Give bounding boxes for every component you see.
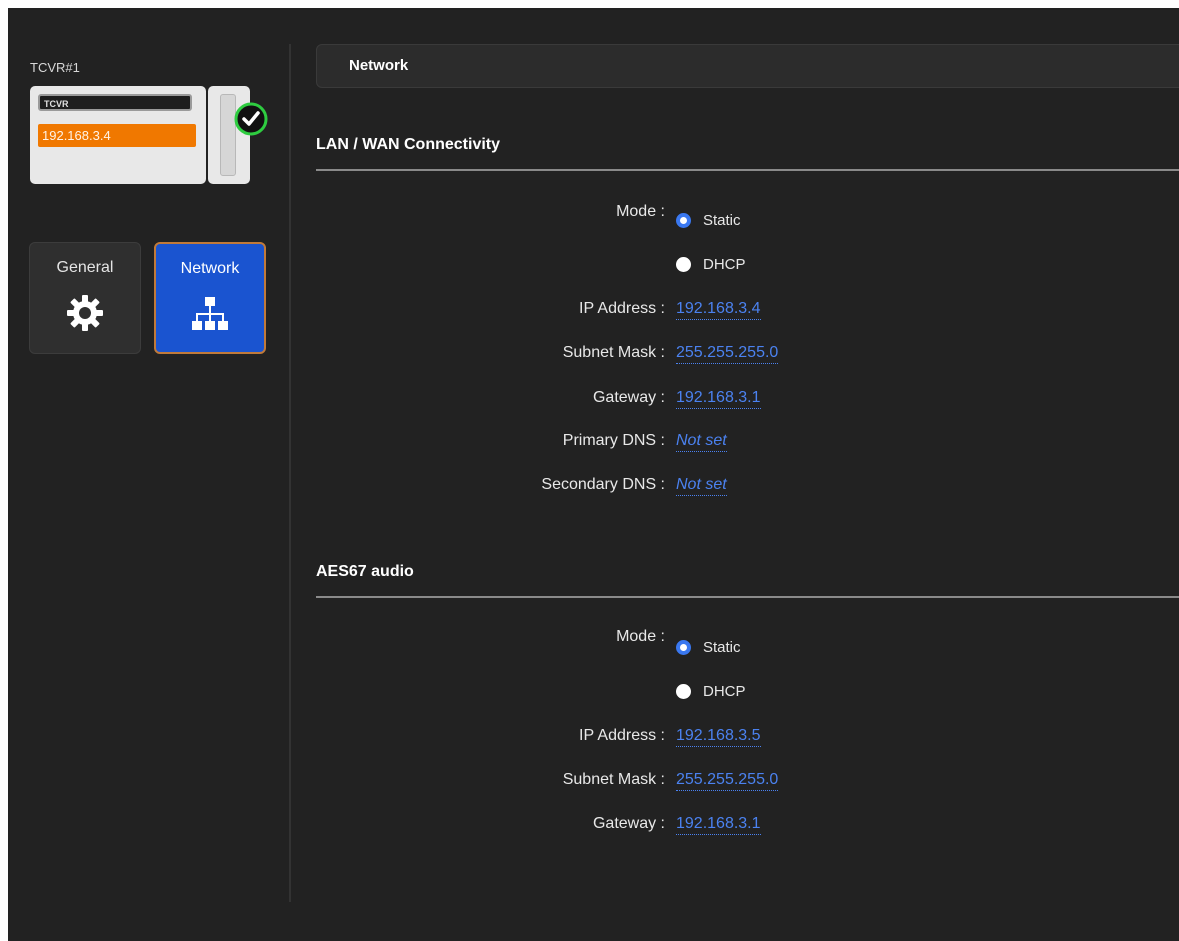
lan-mode-dhcp-radio[interactable] bbox=[676, 257, 691, 272]
aes-subnet-label: Subnet Mask : bbox=[562, 771, 665, 788]
lan-section-rule bbox=[316, 169, 1179, 171]
lan-subnet-value[interactable]: 255.255.255.0 bbox=[676, 344, 779, 364]
aes-mode-dhcp-label: DHCP bbox=[703, 683, 746, 700]
aes-gateway-label: Gateway : bbox=[592, 815, 665, 832]
lan-mode-static-radio[interactable] bbox=[676, 213, 691, 228]
lan-mode-label: Mode : bbox=[616, 203, 665, 220]
lan-mode-dhcp-label: DHCP bbox=[703, 256, 746, 273]
lan-dns1-value[interactable]: Not set bbox=[676, 432, 727, 452]
aes-mode-static-radio[interactable] bbox=[676, 640, 691, 655]
lan-mode-static-option[interactable]: Static bbox=[676, 212, 741, 229]
aes-gateway-value[interactable]: 192.168.3.1 bbox=[676, 815, 761, 835]
nav-general-label: General bbox=[56, 259, 114, 276]
network-icon bbox=[192, 297, 228, 330]
lan-ip-value[interactable]: 192.168.3.4 bbox=[676, 300, 761, 320]
aes-ip-value[interactable]: 192.168.3.5 bbox=[676, 727, 761, 747]
aes-mode-static-option[interactable]: Static bbox=[676, 639, 741, 656]
nav-network[interactable]: Network bbox=[154, 242, 266, 354]
lan-mode-static-label: Static bbox=[703, 212, 741, 229]
lan-dns1-label: Primary DNS : bbox=[562, 432, 665, 449]
lan-gateway-label: Gateway : bbox=[592, 389, 665, 406]
aes-ip-label: IP Address : bbox=[579, 727, 665, 744]
nav-general[interactable]: General bbox=[29, 242, 141, 354]
aes-section-title: AES67 audio bbox=[316, 563, 414, 580]
device-name: TCVR bbox=[38, 94, 192, 111]
aes-mode-dhcp-radio[interactable] bbox=[676, 684, 691, 699]
aes-mode-static-label: Static bbox=[703, 639, 741, 656]
aes-mode-label: Mode : bbox=[616, 628, 665, 645]
device-ip: 192.168.3.4 bbox=[38, 124, 196, 147]
lan-subnet-label: Subnet Mask : bbox=[562, 344, 665, 361]
device-title: TCVR#1 bbox=[30, 60, 80, 75]
aes-mode-dhcp-option[interactable]: DHCP bbox=[676, 683, 746, 700]
lan-dns2-value[interactable]: Not set bbox=[676, 476, 727, 496]
lan-ip-label: IP Address : bbox=[579, 300, 665, 317]
device-card[interactable]: TCVR 192.168.3.4 bbox=[30, 86, 206, 184]
lan-dns2-label: Secondary DNS : bbox=[541, 476, 665, 493]
aes-section-rule bbox=[316, 596, 1179, 598]
lan-section-title: LAN / WAN Connectivity bbox=[316, 136, 501, 153]
check-circle-icon bbox=[234, 102, 268, 136]
page-title: Network bbox=[349, 57, 409, 74]
nav-network-label: Network bbox=[180, 260, 240, 277]
lan-mode-dhcp-option[interactable]: DHCP bbox=[676, 256, 746, 273]
panel-divider bbox=[289, 44, 291, 902]
gear-icon bbox=[67, 295, 103, 331]
aes-subnet-value[interactable]: 255.255.255.0 bbox=[676, 771, 779, 791]
page-header: Network bbox=[316, 44, 1179, 88]
lan-gateway-value[interactable]: 192.168.3.1 bbox=[676, 389, 761, 409]
